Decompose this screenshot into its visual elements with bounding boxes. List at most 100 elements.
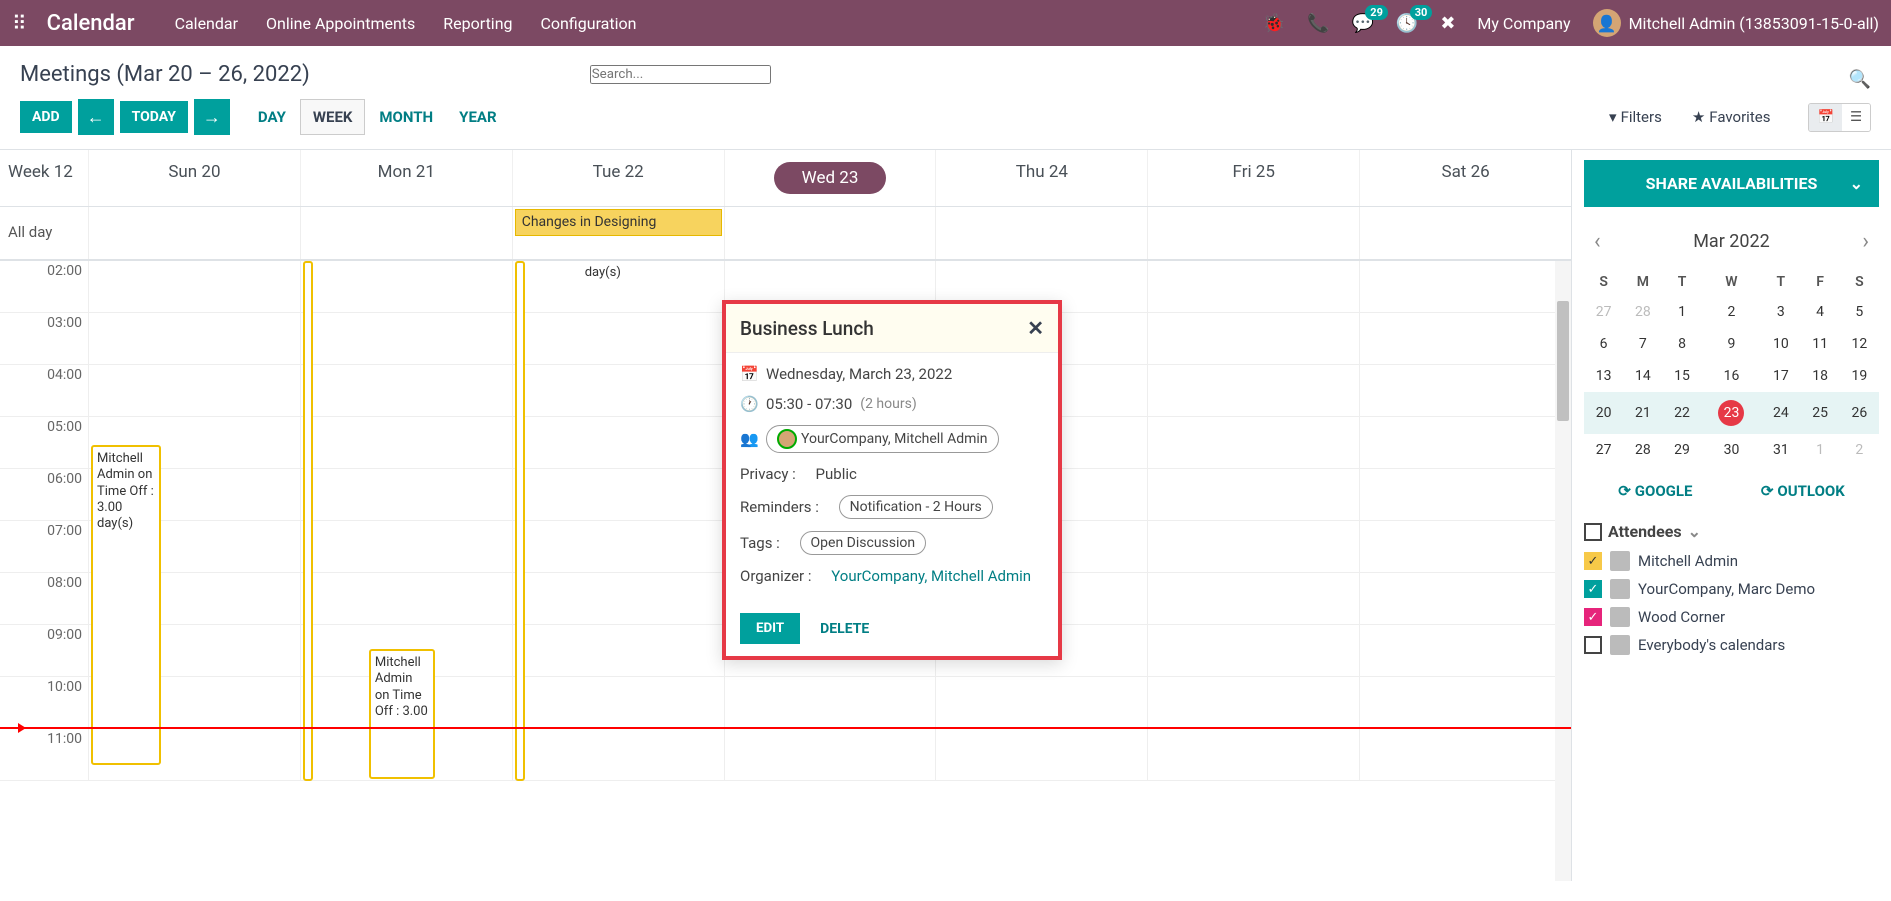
minical-day[interactable]: 14 <box>1623 360 1662 392</box>
allday-event[interactable]: Changes in Designing <box>515 209 722 236</box>
minical-day[interactable]: 26 <box>1840 392 1879 434</box>
search-icon[interactable]: 🔍 <box>1849 69 1871 90</box>
attendee-row[interactable]: ✓Wood Corner <box>1584 607 1879 627</box>
calendar-event[interactable] <box>515 261 525 781</box>
minical-day[interactable]: 25 <box>1800 392 1839 434</box>
minical-day[interactable]: 21 <box>1623 392 1662 434</box>
minical-next[interactable]: › <box>1862 229 1869 254</box>
minical-day[interactable]: 22 <box>1662 392 1701 434</box>
menu-calendar[interactable]: Calendar <box>175 14 238 33</box>
edit-button[interactable]: EDIT <box>740 613 800 644</box>
minical-day[interactable]: 24 <box>1761 392 1800 434</box>
sync-outlook[interactable]: ⟳OUTLOOK <box>1761 482 1845 500</box>
view-year[interactable]: YEAR <box>447 99 508 135</box>
minical-day[interactable]: 15 <box>1662 360 1701 392</box>
minical-day[interactable]: 20 <box>1584 392 1623 434</box>
day-column[interactable]: Mitchell Admin on Time Off : 3.00 day(s) <box>88 261 300 781</box>
filters-button[interactable]: ▾Filters <box>1597 102 1674 132</box>
favorites-button[interactable]: ★Favorites <box>1680 102 1783 132</box>
minical-day[interactable]: 28 <box>1623 434 1662 466</box>
day-column[interactable]: day(s) <box>512 261 724 781</box>
minical-day[interactable]: 3 <box>1761 296 1800 328</box>
day-header-mon[interactable]: Mon 21 <box>300 150 512 206</box>
tag-chip[interactable]: Open Discussion <box>800 531 927 555</box>
minical-day[interactable]: 16 <box>1702 360 1762 392</box>
calendar-event[interactable]: day(s) <box>581 261 641 285</box>
calendar-event[interactable]: Mitchell Admin on Time Off : 3.00 day(s) <box>91 445 161 765</box>
minical-day[interactable]: 12 <box>1840 328 1879 360</box>
attendees-checkbox[interactable] <box>1584 523 1602 541</box>
attendee-checkbox[interactable]: ✓ <box>1584 580 1602 598</box>
menu-reporting[interactable]: Reporting <box>443 14 512 33</box>
next-button[interactable]: → <box>194 99 230 135</box>
prev-button[interactable]: ← <box>78 99 114 135</box>
allday-cell[interactable] <box>1359 207 1571 259</box>
tools-icon[interactable]: ✖ <box>1440 13 1455 34</box>
attendee-chip[interactable]: YourCompany, Mitchell Admin <box>766 425 999 453</box>
minical-day[interactable]: 11 <box>1800 328 1839 360</box>
minical-day[interactable]: 6 <box>1584 328 1623 360</box>
menu-online-appointments[interactable]: Online Appointments <box>266 14 415 33</box>
reminder-chip[interactable]: Notification - 2 Hours <box>839 495 993 519</box>
scrollbar[interactable] <box>1555 261 1571 881</box>
messages-icon[interactable]: 💬29 <box>1351 13 1373 34</box>
minical-day[interactable]: 10 <box>1761 328 1800 360</box>
attendee-checkbox[interactable]: ✓ <box>1584 552 1602 570</box>
apps-icon[interactable]: ⠿ <box>12 11 27 35</box>
chevron-down-icon[interactable]: ⌄ <box>1688 522 1701 541</box>
calendar-view-icon[interactable]: 📅 <box>1809 104 1842 131</box>
allday-cell[interactable] <box>724 207 936 259</box>
company-switcher[interactable]: My Company <box>1477 14 1570 33</box>
minical-day[interactable]: 17 <box>1761 360 1800 392</box>
minical-day[interactable]: 1 <box>1662 296 1701 328</box>
day-column[interactable] <box>1359 261 1571 781</box>
attendee-checkbox[interactable] <box>1584 636 1602 654</box>
organizer-link[interactable]: YourCompany, Mitchell Admin <box>831 567 1031 585</box>
allday-cell[interactable] <box>935 207 1147 259</box>
day-header-tue[interactable]: Tue 22 <box>512 150 724 206</box>
share-availabilities-button[interactable]: SHARE AVAILABILITIES⌄ <box>1584 160 1879 207</box>
day-column[interactable]: Mitchell Admin on Time Off : 3.00 <box>300 261 512 781</box>
day-header-wed[interactable]: Wed 23 <box>724 150 936 206</box>
minical-day[interactable]: 27 <box>1584 296 1623 328</box>
day-header-sat[interactable]: Sat 26 <box>1359 150 1571 206</box>
allday-cell[interactable] <box>1147 207 1359 259</box>
allday-cell[interactable] <box>300 207 512 259</box>
minical-day[interactable]: 30 <box>1702 434 1762 466</box>
minical-day[interactable]: 7 <box>1623 328 1662 360</box>
minical-day[interactable]: 18 <box>1800 360 1839 392</box>
add-button[interactable]: ADD <box>20 101 72 133</box>
minical-day[interactable]: 9 <box>1702 328 1762 360</box>
minical-day[interactable]: 1 <box>1800 434 1839 466</box>
minical-day[interactable]: 4 <box>1800 296 1839 328</box>
minical-day[interactable]: 8 <box>1662 328 1701 360</box>
minical-day[interactable]: 31 <box>1761 434 1800 466</box>
day-header-fri[interactable]: Fri 25 <box>1147 150 1359 206</box>
view-week[interactable]: WEEK <box>300 99 366 135</box>
attendee-row[interactable]: Everybody's calendars <box>1584 635 1879 655</box>
attendee-checkbox[interactable]: ✓ <box>1584 608 1602 626</box>
allday-cell[interactable]: Changes in Designing <box>512 207 724 259</box>
attendee-row[interactable]: ✓Mitchell Admin <box>1584 551 1879 571</box>
user-menu[interactable]: 👤 Mitchell Admin (13853091-15-0-all) <box>1593 9 1879 37</box>
attendee-row[interactable]: ✓YourCompany, Marc Demo <box>1584 579 1879 599</box>
day-column[interactable] <box>1147 261 1359 781</box>
sync-google[interactable]: ⟳GOOGLE <box>1618 482 1692 500</box>
minical-day[interactable]: 19 <box>1840 360 1879 392</box>
calendar-event[interactable]: Mitchell Admin on Time Off : 3.00 <box>369 649 435 779</box>
minical-day[interactable]: 5 <box>1840 296 1879 328</box>
minical-prev[interactable]: ‹ <box>1594 229 1601 254</box>
minical-day[interactable]: 13 <box>1584 360 1623 392</box>
activities-icon[interactable]: 🕓30 <box>1396 13 1418 34</box>
view-day[interactable]: DAY <box>246 99 298 135</box>
menu-configuration[interactable]: Configuration <box>541 14 637 33</box>
minical-day[interactable]: 29 <box>1662 434 1701 466</box>
calendar-event[interactable] <box>303 261 313 781</box>
minical-day[interactable]: 2 <box>1702 296 1762 328</box>
minical-day[interactable]: 27 <box>1584 434 1623 466</box>
phone-icon[interactable]: 📞 <box>1307 13 1329 34</box>
list-view-icon[interactable]: ☰ <box>1842 104 1870 131</box>
day-header-thu[interactable]: Thu 24 <box>935 150 1147 206</box>
close-icon[interactable]: ✕ <box>1027 316 1044 340</box>
bug-icon[interactable]: 🐞 <box>1263 13 1285 34</box>
